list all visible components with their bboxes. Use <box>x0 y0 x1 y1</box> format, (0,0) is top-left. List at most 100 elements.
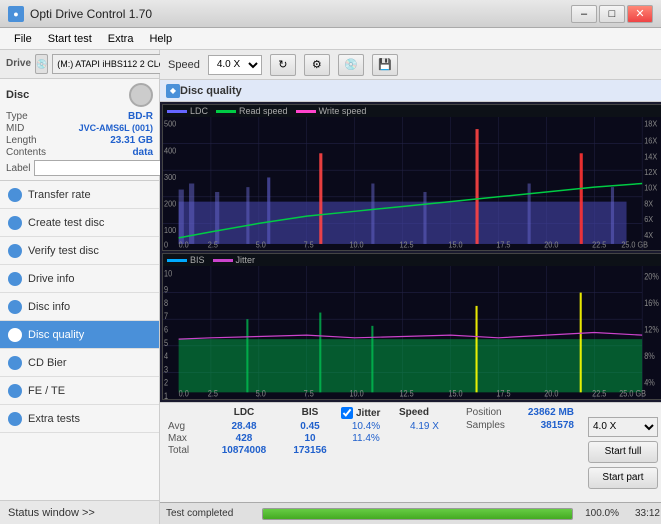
svg-text:200: 200 <box>164 199 177 209</box>
menu-start-test[interactable]: Start test <box>40 31 100 47</box>
stats-col-header-ldc: LDC <box>209 407 279 419</box>
svg-text:15.0: 15.0 <box>448 240 463 250</box>
disc-mid-key: MID <box>6 123 24 134</box>
svg-text:20.0: 20.0 <box>544 240 559 250</box>
title-bar: ● Opti Drive Control 1.70 – □ ✕ <box>0 0 661 28</box>
charts-area: LDC Read speed Write speed <box>160 102 661 402</box>
read-speed-legend-color <box>216 110 236 113</box>
refresh-button[interactable]: ↻ <box>270 54 296 76</box>
menu-help[interactable]: Help <box>141 31 180 47</box>
quality-area: ◆ Disc quality LDC Read speed <box>160 80 661 502</box>
ldc-legend-label: LDC <box>190 106 208 116</box>
svg-text:4: 4 <box>164 350 168 361</box>
nav-transfer-rate[interactable]: Transfer rate <box>0 181 159 209</box>
jitter-legend-color <box>213 259 233 262</box>
position-label: Position <box>466 407 502 418</box>
disc-mid-value: JVC-AMS6L (001) <box>79 123 153 134</box>
max-jitter: 11.4% <box>341 433 391 444</box>
maximize-button[interactable]: □ <box>599 5 625 23</box>
svg-text:7.5: 7.5 <box>304 387 314 398</box>
svg-text:3: 3 <box>164 363 168 374</box>
nav-verify-test-disc[interactable]: Verify test disc <box>0 237 159 265</box>
disc-contents-value: data <box>132 147 153 158</box>
nav-create-test-disc[interactable]: Create test disc <box>0 209 159 237</box>
disc-label-input[interactable] <box>34 160 168 176</box>
start-part-button[interactable]: Start part <box>588 467 658 489</box>
svg-text:17.5: 17.5 <box>496 387 510 398</box>
svg-text:12.5: 12.5 <box>399 240 414 250</box>
speed-select[interactable]: 4.0 X <box>208 55 262 75</box>
content-header: Speed 4.0 X ↻ ⚙ 💿 💾 <box>160 50 661 80</box>
main-layout: Drive 💿 (M:) ATAPI iHBS112 2 CLok ⏏ Disc… <box>0 50 661 524</box>
nav-icon-disc-quality <box>8 328 22 342</box>
position-value: 23862 MB <box>528 407 574 418</box>
svg-text:400: 400 <box>164 146 177 156</box>
write-speed-legend-color <box>296 110 316 113</box>
disc-contents-key: Contents <box>6 147 46 158</box>
menu-extra[interactable]: Extra <box>100 31 142 47</box>
svg-text:10.0: 10.0 <box>349 240 364 250</box>
jitter-label: Jitter <box>356 408 380 419</box>
max-label: Max <box>168 433 203 444</box>
nav-extra-tests[interactable]: Extra tests <box>0 405 159 433</box>
nav-disc-quality[interactable]: Disc quality <box>0 321 159 349</box>
svg-text:10: 10 <box>164 268 172 279</box>
top-chart-svg: 500 400 300 200 100 0 18X 16X 14X 12X 10… <box>163 117 661 250</box>
write-speed-legend-label: Write speed <box>319 106 367 116</box>
window-controls: – □ ✕ <box>571 5 653 23</box>
samples-label: Samples <box>466 420 505 431</box>
svg-text:2: 2 <box>164 377 168 388</box>
save-button[interactable]: 💾 <box>372 54 398 76</box>
svg-text:20.0: 20.0 <box>544 387 558 398</box>
avg-jitter: 10.4% <box>341 421 391 432</box>
svg-text:16X: 16X <box>644 136 658 146</box>
bottom-chart-svg-container: 10 9 8 7 6 5 4 3 2 1 20% 16% <box>163 266 661 399</box>
disc-type-value: BD-R <box>128 111 153 122</box>
progress-time: 33:12 <box>625 508 660 519</box>
nav-fe-te[interactable]: FE / TE <box>0 377 159 405</box>
settings-button[interactable]: ⚙ <box>304 54 330 76</box>
nav-disc-info[interactable]: Disc info <box>0 293 159 321</box>
stats-col-header-speed: Speed <box>386 407 441 419</box>
svg-text:4%: 4% <box>644 377 655 388</box>
disc-panel: Disc Type BD-R MID JVC-AMS6L (001) Lengt… <box>0 79 159 181</box>
quality-title: Disc quality <box>180 85 242 97</box>
svg-text:25.0 GB: 25.0 GB <box>621 240 648 250</box>
status-window-button[interactable]: Status window >> <box>0 500 159 524</box>
svg-text:6: 6 <box>164 324 168 335</box>
svg-text:17.5: 17.5 <box>496 240 511 250</box>
jitter-checkbox[interactable] <box>341 407 353 419</box>
svg-text:14X: 14X <box>644 152 658 162</box>
top-chart-container: LDC Read speed Write speed <box>162 104 661 251</box>
avg-ldc: 28.48 <box>209 421 279 432</box>
disc-button[interactable]: 💿 <box>338 54 364 76</box>
progress-percent: 100.0% <box>579 508 619 519</box>
nav-cd-bier[interactable]: CD Bier <box>0 349 159 377</box>
svg-text:0: 0 <box>164 240 169 250</box>
svg-text:15.0: 15.0 <box>448 387 462 398</box>
nav-icon-disc-info <box>8 300 22 314</box>
svg-text:500: 500 <box>164 119 177 129</box>
start-full-button[interactable]: Start full <box>588 441 658 463</box>
disc-length-key: Length <box>6 135 37 146</box>
menu-file[interactable]: File <box>6 31 40 47</box>
speed-action-dropdown[interactable]: 4.0 X <box>588 417 658 437</box>
svg-text:12X: 12X <box>644 168 658 178</box>
disc-section-title: Disc <box>6 89 29 101</box>
avg-label: Avg <box>168 421 203 432</box>
bottom-chart-container: BIS Jitter <box>162 253 661 400</box>
status-window-label: Status window >> <box>8 507 95 519</box>
close-button[interactable]: ✕ <box>627 5 653 23</box>
minimize-button[interactable]: – <box>571 5 597 23</box>
svg-text:7.5: 7.5 <box>304 240 315 250</box>
svg-text:0.0: 0.0 <box>179 387 189 398</box>
svg-text:9: 9 <box>164 284 168 295</box>
nav-drive-info[interactable]: Drive info <box>0 265 159 293</box>
ldc-legend-color <box>167 110 187 113</box>
nav-icon-transfer-rate <box>8 188 22 202</box>
samples-value: 381578 <box>541 420 574 431</box>
disc-label-key: Label <box>6 163 30 174</box>
svg-text:12.5: 12.5 <box>399 387 413 398</box>
stats-col-header-bis: BIS <box>285 407 335 419</box>
action-buttons: 4.0 X Start full Start part <box>580 403 661 502</box>
